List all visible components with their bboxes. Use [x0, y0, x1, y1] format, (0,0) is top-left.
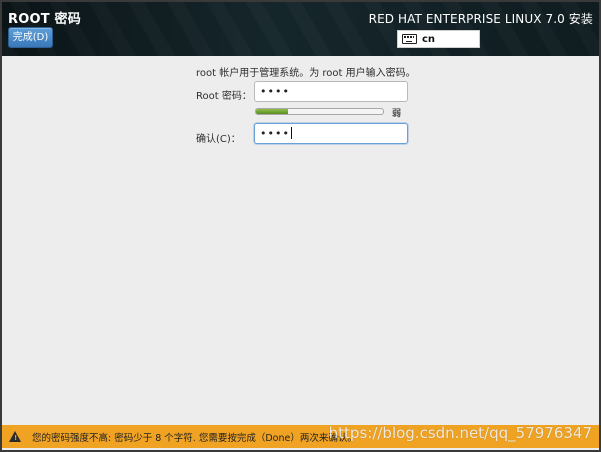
keyboard-layout-label: cn [422, 33, 436, 45]
root-password-value: •••• [260, 85, 290, 98]
confirm-password-value: •••• [260, 127, 290, 140]
warning-icon: ! [9, 431, 21, 442]
root-password-label: Root 密码： [196, 91, 252, 102]
product-title: RED HAT ENTERPRISE LINUX 7.0 安装 [368, 12, 593, 26]
password-strength-text: 弱 [392, 109, 402, 119]
password-strength-fill [256, 109, 288, 114]
warning-text: 您的密码强度不高: 密码少于 8 个字符. 您需要按完成（Done）两次来确认。 [32, 432, 357, 444]
page-title: ROOT 密码 [8, 12, 81, 27]
password-strength-bar [255, 108, 384, 115]
keyboard-layout-indicator[interactable]: cn [397, 30, 480, 48]
text-cursor [290, 127, 292, 139]
done-button[interactable]: 完成(D) [8, 27, 53, 48]
root-password-input[interactable]: •••• [254, 81, 408, 102]
watermark-text: https://blog.csdn.net/qq_57976347 [328, 424, 592, 442]
confirm-password-label: 确认(C)： [196, 134, 241, 145]
confirm-password-input[interactable]: •••• [254, 123, 408, 144]
installer-window: ROOT 密码 完成(D) RED HAT ENTERPRISE LINUX 7… [0, 0, 601, 452]
keyboard-icon [402, 34, 417, 44]
header-bar: ROOT 密码 完成(D) RED HAT ENTERPRISE LINUX 7… [2, 2, 599, 56]
form-description: root 帐户用于管理系统。为 root 用户输入密码。 [196, 68, 416, 79]
